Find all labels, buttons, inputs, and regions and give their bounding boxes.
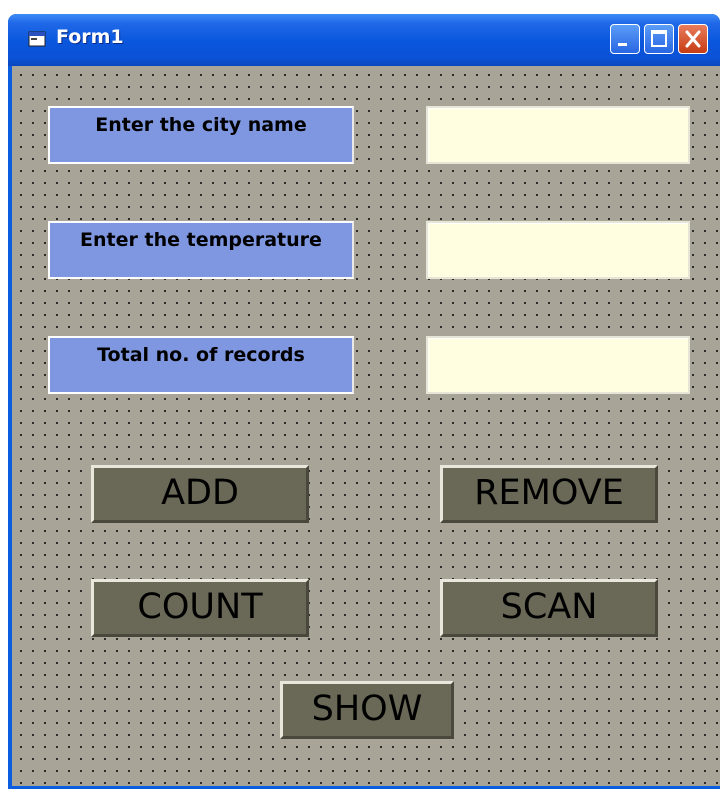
city-input[interactable] [426,106,690,164]
records-label: Total no. of records [48,336,354,394]
add-button[interactable]: ADD [91,465,309,523]
temperature-input[interactable] [426,221,690,279]
form-client-area: Enter the city name Enter the temperatur… [12,66,720,786]
close-icon [685,30,701,48]
minimize-button[interactable] [610,24,640,54]
maximize-button[interactable] [644,24,674,54]
remove-button[interactable]: REMOVE [440,465,658,523]
count-button[interactable]: COUNT [91,579,309,637]
records-input[interactable] [426,336,690,394]
window-title: Form1 [56,26,124,48]
maximize-icon [651,30,667,47]
city-label: Enter the city name [48,106,354,164]
form-window: Form1 Enter the city name Enter the temp… [8,14,720,789]
scan-button[interactable]: SCAN [440,579,658,637]
close-button[interactable] [678,24,708,54]
show-button[interactable]: SHOW [280,681,454,739]
minimize-icon [618,43,627,46]
title-bar[interactable]: Form1 [8,14,720,66]
form-icon [28,31,46,47]
temperature-label: Enter the temperature [48,221,354,279]
